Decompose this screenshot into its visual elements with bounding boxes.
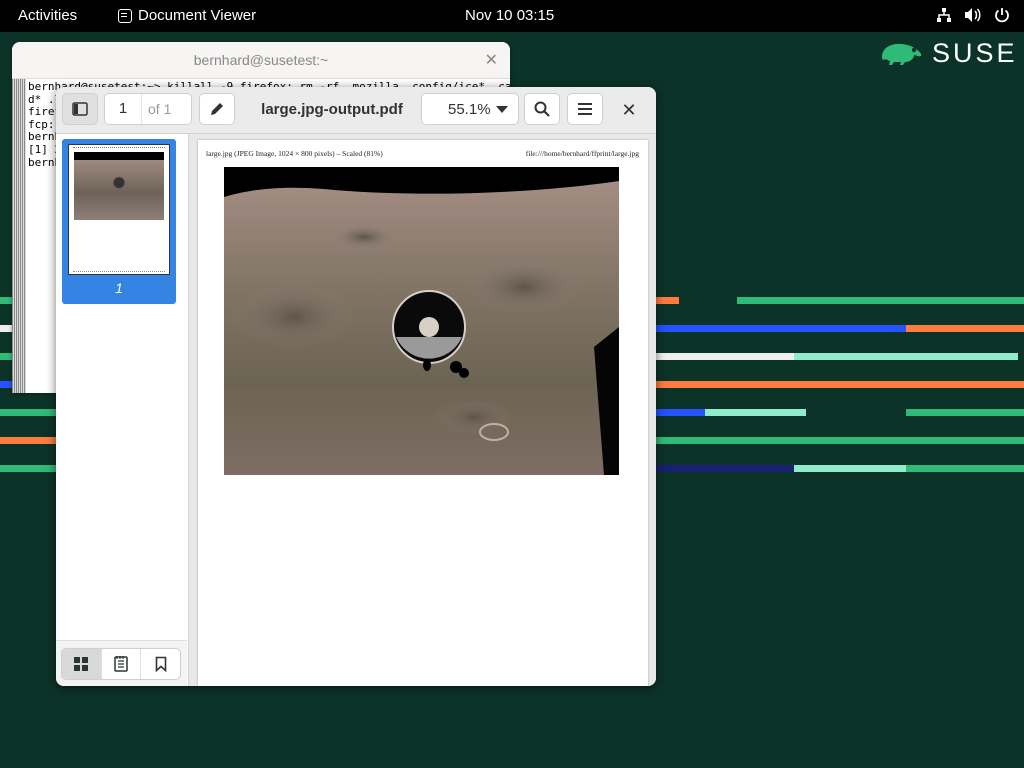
moon-photo (224, 167, 619, 475)
stripe (0, 437, 56, 444)
search-icon (534, 101, 550, 117)
stripe (906, 325, 1024, 332)
thumbnail-sidebar: 1 (56, 134, 189, 686)
annotate-button[interactable] (199, 93, 235, 125)
chameleon-icon (882, 43, 922, 65)
sidebar-icon (72, 102, 88, 116)
suse-logo: SUSE (878, 38, 1018, 69)
activities-button[interactable]: Activities (18, 7, 77, 24)
outline-tab[interactable] (102, 649, 142, 679)
volume-icon (965, 8, 981, 22)
page-number-entry[interactable]: 1 of 1 (104, 93, 192, 125)
terminal-titlebar[interactable]: bernhard@susetest:~ ✕ (12, 42, 510, 79)
terminal-close-icon[interactable]: ✕ (485, 50, 498, 70)
stripe (794, 465, 906, 472)
stripe (656, 465, 794, 472)
grid-icon (74, 657, 89, 671)
page-header-right: file:///home/bernhard/ffprint/large.jpg (525, 149, 639, 158)
document-viewer-window[interactable]: 1 of 1 large.jpg-output.pdf 55.1% ✕ 1 la… (56, 87, 656, 686)
sidebar-footer (56, 640, 187, 686)
hamburger-icon (578, 103, 592, 115)
document-viewer-icon (118, 8, 132, 23)
stripe (656, 353, 794, 360)
stripe (705, 409, 806, 416)
stripe (0, 381, 12, 388)
page-thumbnail-selected[interactable]: 1 (62, 139, 176, 304)
stripe (656, 297, 679, 304)
terminal-scrollbar[interactable] (12, 79, 26, 393)
zoom-selector[interactable]: 55.1% (421, 93, 519, 125)
search-button[interactable] (524, 93, 560, 125)
stripe (656, 325, 906, 332)
suse-wordmark: SUSE (932, 38, 1018, 68)
stripe (0, 297, 12, 304)
stripe (906, 465, 1024, 472)
stripe (737, 297, 1024, 304)
stripe (656, 437, 1024, 444)
close-icon[interactable]: ✕ (618, 99, 640, 121)
stripe (0, 465, 56, 472)
thumbnail-image (74, 152, 164, 220)
terminal-title: bernhard@susetest:~ (193, 52, 329, 68)
system-tray[interactable] (936, 7, 1010, 23)
page-count-label: of 1 (148, 101, 172, 117)
stripe (794, 353, 1018, 360)
thumbnail-header (73, 147, 165, 151)
clock[interactable]: Nov 10 03:15 (465, 7, 554, 24)
stripe (656, 409, 705, 416)
stripe (0, 325, 12, 332)
page-number-input[interactable]: 1 (105, 94, 142, 124)
pdf-page: large.jpg (JPEG Image, 1024 × 800 pixels… (198, 140, 648, 686)
pencil-icon (211, 103, 223, 115)
stripe (0, 409, 56, 416)
bookmarks-tab[interactable] (141, 649, 180, 679)
document-title: large.jpg-output.pdf (261, 101, 403, 118)
stripe (656, 381, 1024, 388)
sidebar-toggle-button[interactable] (62, 93, 98, 125)
thumbnail-page (68, 144, 170, 275)
network-icon (937, 8, 951, 22)
bookmark-icon (155, 656, 166, 672)
stripe (906, 409, 1024, 416)
terminal-line: fcp: (28, 117, 55, 131)
page-header-left: large.jpg (JPEG Image, 1024 × 800 pixels… (206, 149, 383, 158)
stripe (0, 353, 12, 360)
document-view[interactable]: large.jpg (JPEG Image, 1024 × 800 pixels… (189, 134, 656, 686)
thumbnail-footer (73, 271, 165, 272)
app-menu[interactable]: Document Viewer (118, 7, 256, 24)
main-menu-button[interactable] (567, 93, 603, 125)
sidebar-mode-switcher (61, 648, 181, 680)
lunar-surface-image (224, 167, 619, 475)
app-name: Document Viewer (138, 7, 257, 24)
power-icon (995, 8, 1009, 23)
headerbar[interactable]: 1 of 1 large.jpg-output.pdf 55.1% ✕ (56, 87, 656, 134)
document-outline-icon (114, 656, 128, 672)
zoom-value: 55.1% (448, 101, 491, 118)
chevron-down-icon (496, 106, 508, 113)
thumbnails-tab[interactable] (62, 649, 102, 679)
thumbnail-label: 1 (115, 280, 123, 296)
top-bar: Activities Document Viewer Nov 10 03:15 (0, 0, 1024, 32)
